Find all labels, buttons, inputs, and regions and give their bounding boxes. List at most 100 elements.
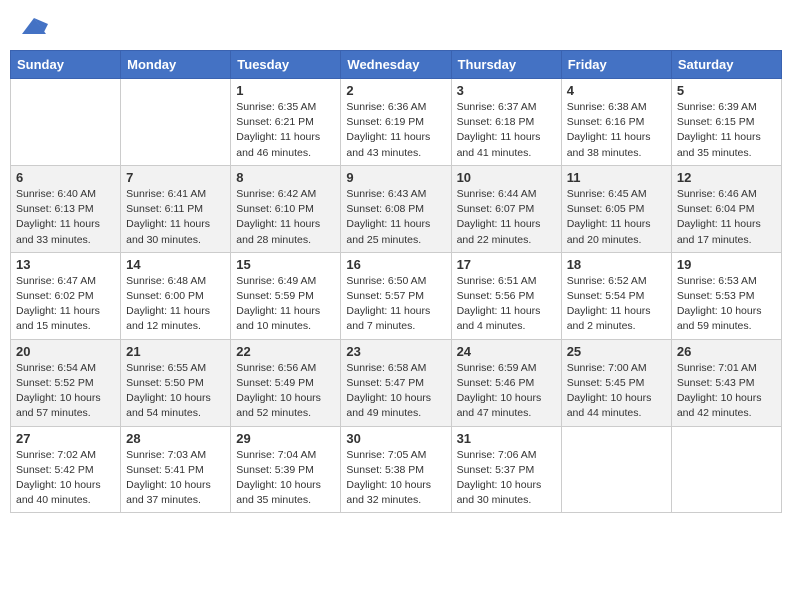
day-info: Sunrise: 6:48 AM Sunset: 6:00 PM Dayligh… bbox=[126, 274, 225, 335]
day-number: 24 bbox=[457, 344, 556, 359]
day-cell: 7 Sunrise: 6:41 AM Sunset: 6:11 PM Daylig… bbox=[121, 165, 231, 252]
day-number: 6 bbox=[16, 170, 115, 185]
day-cell: 20 Sunrise: 6:54 AM Sunset: 5:52 PM Dayli… bbox=[11, 339, 121, 426]
calendar-header-row: SundayMondayTuesdayWednesdayThursdayFrid… bbox=[11, 51, 782, 79]
day-info: Sunrise: 6:40 AM Sunset: 6:13 PM Dayligh… bbox=[16, 187, 115, 248]
day-number: 7 bbox=[126, 170, 225, 185]
day-info: Sunrise: 7:04 AM Sunset: 5:39 PM Dayligh… bbox=[236, 448, 335, 509]
day-info: Sunrise: 6:36 AM Sunset: 6:19 PM Dayligh… bbox=[346, 100, 445, 161]
day-cell: 3 Sunrise: 6:37 AM Sunset: 6:18 PM Daylig… bbox=[451, 79, 561, 166]
day-info: Sunrise: 6:47 AM Sunset: 6:02 PM Dayligh… bbox=[16, 274, 115, 335]
week-row-1: 1 Sunrise: 6:35 AM Sunset: 6:21 PM Daylig… bbox=[11, 79, 782, 166]
day-number: 26 bbox=[677, 344, 776, 359]
day-number: 23 bbox=[346, 344, 445, 359]
day-info: Sunrise: 6:45 AM Sunset: 6:05 PM Dayligh… bbox=[567, 187, 666, 248]
day-info: Sunrise: 6:54 AM Sunset: 5:52 PM Dayligh… bbox=[16, 361, 115, 422]
day-number: 20 bbox=[16, 344, 115, 359]
day-info: Sunrise: 6:35 AM Sunset: 6:21 PM Dayligh… bbox=[236, 100, 335, 161]
day-number: 13 bbox=[16, 257, 115, 272]
day-number: 1 bbox=[236, 83, 335, 98]
week-row-5: 27 Sunrise: 7:02 AM Sunset: 5:42 PM Dayli… bbox=[11, 426, 782, 513]
day-info: Sunrise: 6:39 AM Sunset: 6:15 PM Dayligh… bbox=[677, 100, 776, 161]
day-number: 8 bbox=[236, 170, 335, 185]
day-number: 12 bbox=[677, 170, 776, 185]
day-cell: 14 Sunrise: 6:48 AM Sunset: 6:00 PM Dayli… bbox=[121, 252, 231, 339]
day-cell: 26Sunrise: 7:01 AM Sunset: 5:43 PM Dayli… bbox=[671, 339, 781, 426]
day-info: Sunrise: 6:58 AM Sunset: 5:47 PM Dayligh… bbox=[346, 361, 445, 422]
day-number: 2 bbox=[346, 83, 445, 98]
day-number: 15 bbox=[236, 257, 335, 272]
header-thursday: Thursday bbox=[451, 51, 561, 79]
day-cell: 9 Sunrise: 6:43 AM Sunset: 6:08 PM Daylig… bbox=[341, 165, 451, 252]
day-cell: 6 Sunrise: 6:40 AM Sunset: 6:13 PM Daylig… bbox=[11, 165, 121, 252]
calendar-table: SundayMondayTuesdayWednesdayThursdayFrid… bbox=[10, 50, 782, 513]
day-cell: 13 Sunrise: 6:47 AM Sunset: 6:02 PM Dayli… bbox=[11, 252, 121, 339]
day-info: Sunrise: 7:00 AM Sunset: 5:45 PM Dayligh… bbox=[567, 361, 666, 422]
day-number: 21 bbox=[126, 344, 225, 359]
day-cell: 4 Sunrise: 6:38 AM Sunset: 6:16 PM Daylig… bbox=[561, 79, 671, 166]
day-number: 9 bbox=[346, 170, 445, 185]
day-cell: 17Sunrise: 6:51 AM Sunset: 5:56 PM Dayli… bbox=[451, 252, 561, 339]
day-number: 10 bbox=[457, 170, 556, 185]
day-number: 28 bbox=[126, 431, 225, 446]
week-row-2: 6 Sunrise: 6:40 AM Sunset: 6:13 PM Daylig… bbox=[11, 165, 782, 252]
day-info: Sunrise: 6:50 AM Sunset: 5:57 PM Dayligh… bbox=[346, 274, 445, 335]
day-cell bbox=[561, 426, 671, 513]
day-info: Sunrise: 6:59 AM Sunset: 5:46 PM Dayligh… bbox=[457, 361, 556, 422]
day-number: 29 bbox=[236, 431, 335, 446]
day-cell bbox=[11, 79, 121, 166]
day-number: 3 bbox=[457, 83, 556, 98]
day-info: Sunrise: 6:38 AM Sunset: 6:16 PM Dayligh… bbox=[567, 100, 666, 161]
day-info: Sunrise: 6:37 AM Sunset: 6:18 PM Dayligh… bbox=[457, 100, 556, 161]
day-number: 31 bbox=[457, 431, 556, 446]
day-info: Sunrise: 6:52 AM Sunset: 5:54 PM Dayligh… bbox=[567, 274, 666, 335]
day-number: 16 bbox=[346, 257, 445, 272]
day-info: Sunrise: 6:44 AM Sunset: 6:07 PM Dayligh… bbox=[457, 187, 556, 248]
day-number: 4 bbox=[567, 83, 666, 98]
day-cell bbox=[121, 79, 231, 166]
day-number: 11 bbox=[567, 170, 666, 185]
header-tuesday: Tuesday bbox=[231, 51, 341, 79]
week-row-3: 13 Sunrise: 6:47 AM Sunset: 6:02 PM Dayli… bbox=[11, 252, 782, 339]
day-cell: 11 Sunrise: 6:45 AM Sunset: 6:05 PM Dayli… bbox=[561, 165, 671, 252]
day-number: 22 bbox=[236, 344, 335, 359]
day-info: Sunrise: 6:43 AM Sunset: 6:08 PM Dayligh… bbox=[346, 187, 445, 248]
day-number: 30 bbox=[346, 431, 445, 446]
day-cell: 25 Sunrise: 7:00 AM Sunset: 5:45 PM Dayli… bbox=[561, 339, 671, 426]
day-info: Sunrise: 7:02 AM Sunset: 5:42 PM Dayligh… bbox=[16, 448, 115, 509]
header-monday: Monday bbox=[121, 51, 231, 79]
day-cell: 12 Sunrise: 6:46 AM Sunset: 6:04 PM Dayli… bbox=[671, 165, 781, 252]
logo bbox=[18, 14, 48, 38]
logo-icon bbox=[20, 14, 48, 38]
day-number: 27 bbox=[16, 431, 115, 446]
day-info: Sunrise: 7:06 AM Sunset: 5:37 PM Dayligh… bbox=[457, 448, 556, 509]
day-info: Sunrise: 6:56 AM Sunset: 5:49 PM Dayligh… bbox=[236, 361, 335, 422]
day-info: Sunrise: 7:05 AM Sunset: 5:38 PM Dayligh… bbox=[346, 448, 445, 509]
day-info: Sunrise: 6:46 AM Sunset: 6:04 PM Dayligh… bbox=[677, 187, 776, 248]
day-cell: 23 Sunrise: 6:58 AM Sunset: 5:47 PM Dayli… bbox=[341, 339, 451, 426]
day-cell: 28 Sunrise: 7:03 AM Sunset: 5:41 PM Dayli… bbox=[121, 426, 231, 513]
day-cell: 8Sunrise: 6:42 AM Sunset: 6:10 PM Daylig… bbox=[231, 165, 341, 252]
day-cell: 24 Sunrise: 6:59 AM Sunset: 5:46 PM Dayli… bbox=[451, 339, 561, 426]
day-number: 5 bbox=[677, 83, 776, 98]
day-cell: 16 Sunrise: 6:50 AM Sunset: 5:57 PM Dayli… bbox=[341, 252, 451, 339]
day-info: Sunrise: 6:55 AM Sunset: 5:50 PM Dayligh… bbox=[126, 361, 225, 422]
day-number: 18 bbox=[567, 257, 666, 272]
day-cell: 18 Sunrise: 6:52 AM Sunset: 5:54 PM Dayli… bbox=[561, 252, 671, 339]
day-number: 25 bbox=[567, 344, 666, 359]
day-cell: 22 Sunrise: 6:56 AM Sunset: 5:49 PM Dayli… bbox=[231, 339, 341, 426]
page-header bbox=[10, 10, 782, 42]
week-row-4: 20 Sunrise: 6:54 AM Sunset: 5:52 PM Dayli… bbox=[11, 339, 782, 426]
day-cell: 30 Sunrise: 7:05 AM Sunset: 5:38 PM Dayli… bbox=[341, 426, 451, 513]
day-cell: 5 Sunrise: 6:39 AM Sunset: 6:15 PM Daylig… bbox=[671, 79, 781, 166]
day-info: Sunrise: 6:51 AM Sunset: 5:56 PM Dayligh… bbox=[457, 274, 556, 335]
day-number: 19 bbox=[677, 257, 776, 272]
day-number: 14 bbox=[126, 257, 225, 272]
day-info: Sunrise: 7:03 AM Sunset: 5:41 PM Dayligh… bbox=[126, 448, 225, 509]
header-friday: Friday bbox=[561, 51, 671, 79]
day-cell: 31 Sunrise: 7:06 AM Sunset: 5:37 PM Dayli… bbox=[451, 426, 561, 513]
day-cell: 2 Sunrise: 6:36 AM Sunset: 6:19 PM Daylig… bbox=[341, 79, 451, 166]
day-info: Sunrise: 6:41 AM Sunset: 6:11 PM Dayligh… bbox=[126, 187, 225, 248]
header-saturday: Saturday bbox=[671, 51, 781, 79]
day-info: Sunrise: 6:53 AM Sunset: 5:53 PM Dayligh… bbox=[677, 274, 776, 335]
